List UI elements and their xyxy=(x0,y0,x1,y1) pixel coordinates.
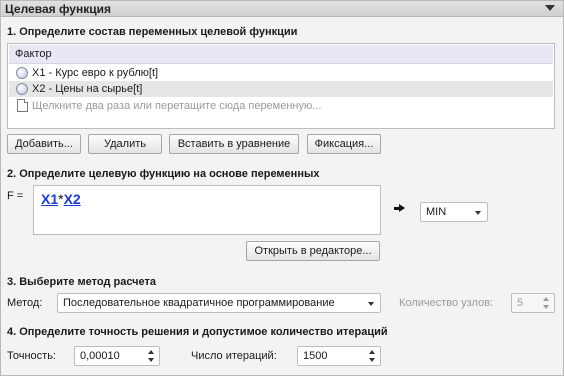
section2-heading: 2. Определите целевую функцию на основе … xyxy=(7,168,320,180)
variable-icon xyxy=(16,67,28,79)
accuracy-value: 0,00010 xyxy=(80,350,120,362)
section1-heading: 1. Определите состав переменных целевой … xyxy=(7,26,298,38)
chevron-down-icon xyxy=(368,302,374,306)
iterations-stepper[interactable]: 1500 xyxy=(297,346,381,366)
section3-heading: 3. Выберите метод расчета xyxy=(7,276,157,288)
f-equals-label: F = xyxy=(7,190,24,202)
factor-list-header: Фактор xyxy=(9,45,553,64)
factor-drop-hint: Щелкните два раза или перетащите сюда пе… xyxy=(32,100,322,112)
spin-down-icon[interactable] xyxy=(148,358,154,362)
method-value: Последовательное квадратичное программир… xyxy=(63,297,335,309)
iterations-value: 1500 xyxy=(303,350,328,362)
delete-factor-button[interactable]: Удалить xyxy=(88,134,162,154)
formula-var2[interactable]: X2 xyxy=(64,191,81,207)
nodes-count-value: 5 xyxy=(517,297,524,309)
spin-down-icon[interactable] xyxy=(369,358,375,362)
document-icon xyxy=(17,99,28,112)
method-label: Метод: xyxy=(7,297,43,309)
open-in-editor-button[interactable]: Открыть в редакторе... xyxy=(246,241,380,261)
factor-item-label: X1 - Курс евро к рублю[t] xyxy=(32,67,159,79)
spin-down-icon[interactable] xyxy=(543,305,549,309)
factor-column-label: Фактор xyxy=(15,48,52,60)
chevron-down-icon xyxy=(475,211,481,215)
spin-up-icon[interactable] xyxy=(543,297,549,301)
arrow-right-icon xyxy=(394,204,405,212)
spin-up-icon[interactable] xyxy=(369,350,375,354)
variable-icon xyxy=(16,83,28,95)
formula-editor[interactable]: X1*X2 xyxy=(33,185,381,235)
nodes-count-stepper[interactable]: 5 xyxy=(511,293,555,313)
objective-function-panel: Целевая функция 1. Определите состав пер… xyxy=(0,0,564,376)
iterations-label: Число итераций: xyxy=(191,350,277,362)
goal-value: MIN xyxy=(426,206,447,218)
panel-title: Целевая функция xyxy=(5,2,111,16)
factor-item-label: X2 - Цены на сырье[t] xyxy=(32,83,143,95)
accuracy-stepper[interactable]: 0,00010 xyxy=(74,346,160,366)
fixation-button[interactable]: Фиксация... xyxy=(307,134,381,154)
accuracy-label: Точность: xyxy=(7,350,56,362)
formula-var1[interactable]: X1 xyxy=(41,191,58,207)
section4-heading: 4. Определите точность решения и допусти… xyxy=(7,326,388,338)
method-select[interactable]: Последовательное квадратичное программир… xyxy=(57,293,381,313)
factor-item-x2[interactable]: X2 - Цены на сырье[t] xyxy=(9,81,553,97)
nodes-count-label: Количество узлов: xyxy=(399,297,494,309)
formula-text: X1*X2 xyxy=(41,191,81,207)
spin-up-icon[interactable] xyxy=(148,350,154,354)
goal-select[interactable]: MIN xyxy=(420,202,488,222)
factor-list[interactable]: Фактор X1 - Курс евро к рублю[t] X2 - Це… xyxy=(7,43,555,129)
collapse-chevron-icon[interactable] xyxy=(545,5,555,11)
factor-item-x1[interactable]: X1 - Курс евро к рублю[t] xyxy=(9,65,553,81)
panel-titlebar[interactable]: Целевая функция xyxy=(1,1,563,17)
add-factor-button[interactable]: Добавить... xyxy=(7,134,81,154)
insert-into-equation-button[interactable]: Вставить в уравнение xyxy=(169,134,299,154)
factor-drop-hint-row[interactable]: Щелкните два раза или перетащите сюда пе… xyxy=(9,98,553,114)
